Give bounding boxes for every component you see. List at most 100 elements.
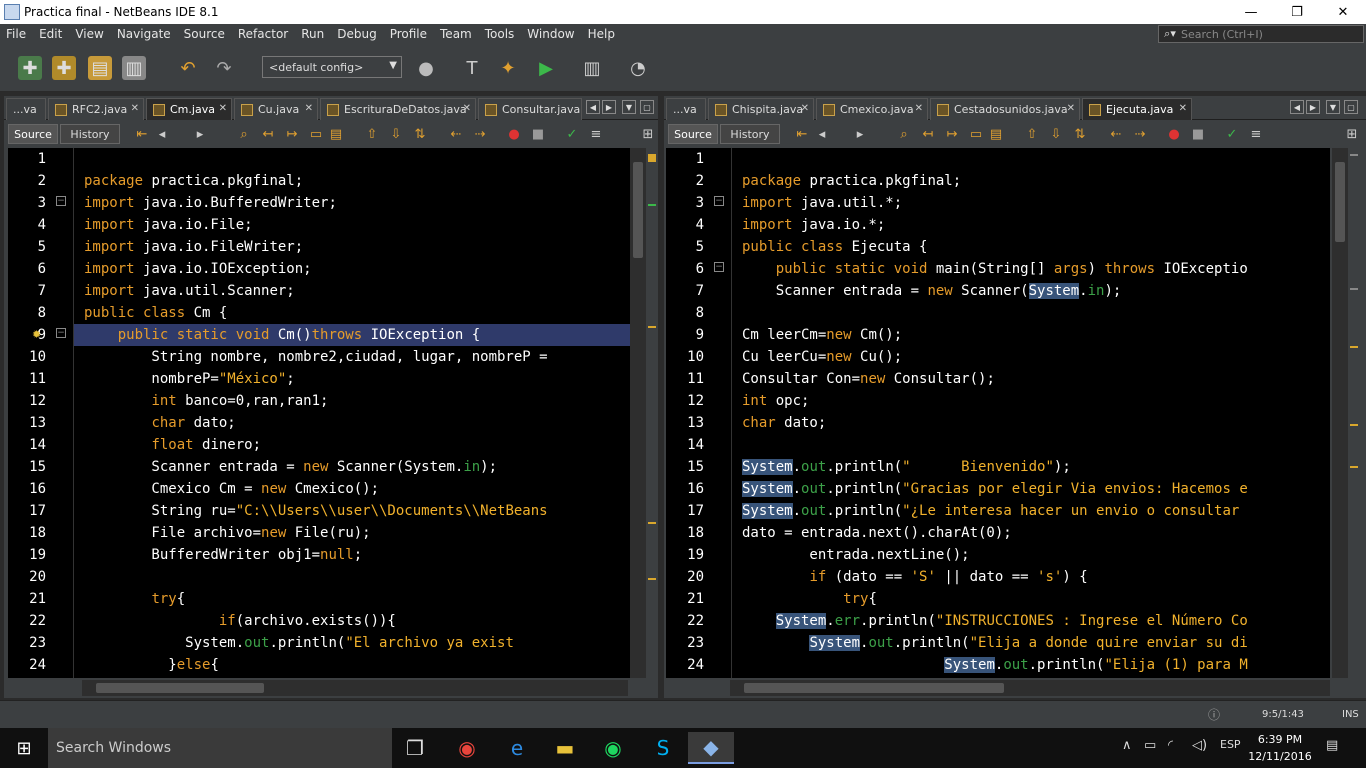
history-view-button[interactable]: History [720,124,780,144]
source-view-button[interactable]: Source [668,124,718,144]
menu-file[interactable]: File [0,27,33,41]
toggle-bookmark-icon[interactable]: ⇅ [412,126,428,142]
menu-refactor[interactable]: Refactor [232,27,295,41]
globe-icon[interactable]: ● [414,56,438,80]
error-stripe-mark[interactable] [1350,288,1358,290]
record-macro-icon[interactable]: ● [506,126,522,142]
task-view-icon[interactable]: ❐ [392,732,438,764]
run-icon[interactable]: ▶ [534,56,558,80]
error-stripe-mark[interactable] [648,522,656,524]
menu-help[interactable]: Help [582,27,622,41]
close-icon[interactable]: ✕ [219,103,227,114]
notifications-icon[interactable]: ⓘ [1208,706,1220,723]
menu-source[interactable]: Source [178,27,232,41]
split-pane-icon[interactable]: ⊞ [1344,126,1360,142]
spotify-icon[interactable]: ◉ [590,732,636,764]
last-edit-icon[interactable]: ⇤ [134,126,150,142]
tab-list-icon[interactable]: ▼ [1326,100,1340,114]
scroll-thumb[interactable] [744,683,1004,693]
clean-build-icon[interactable]: ✦ [496,56,520,80]
skype-icon[interactable]: S [640,732,686,764]
close-icon[interactable]: ✕ [801,103,809,114]
toggle-highlight-icon[interactable]: ▭ [308,126,324,142]
back-icon[interactable]: ◂ [154,126,170,142]
close-icon[interactable]: ✕ [131,103,139,114]
left-vertical-scrollbar[interactable] [630,148,646,678]
error-stripe-mark[interactable] [1350,466,1358,468]
left-tab-5[interactable]: Consultar.java.. [478,98,582,120]
redo-icon[interactable]: ↷ [212,56,236,80]
left-tab-3[interactable]: Cu.java ✕ [234,98,318,120]
split-pane-icon[interactable]: ⊞ [640,126,656,142]
previous-bookmark-icon[interactable]: ⇧ [1024,126,1040,142]
next-bookmark-icon[interactable]: ⇩ [1048,126,1064,142]
last-edit-icon[interactable]: ⇤ [794,126,810,142]
tab-list-icon[interactable]: ▼ [622,100,636,114]
system-clock[interactable]: 6:39 PM 12/11/2016 [1248,731,1312,765]
right-tab-2[interactable]: Cmexico.java ✕ [816,98,928,120]
menu-view[interactable]: View [69,27,110,41]
menu-team[interactable]: Team [434,27,479,41]
find-previous-icon[interactable]: ↤ [260,126,276,142]
maximize-pane-icon[interactable]: ▢ [640,100,654,114]
config-select[interactable]: <default config> ▼ [262,56,402,78]
scroll-thumb[interactable] [1335,162,1345,242]
new-project-icon[interactable]: ✚ [52,56,76,80]
right-tab-1[interactable]: Chispita.java ✕ [708,98,814,120]
left-tab-0[interactable]: ...va [6,98,46,120]
find-selection-icon[interactable]: ⌕ [896,126,912,142]
debug-icon[interactable]: ▥ [580,56,604,80]
shift-left-icon[interactable]: ⇠ [1108,126,1124,142]
toggle-highlight-icon[interactable]: ▭ [968,126,984,142]
back-icon[interactable]: ◂ [814,126,830,142]
next-bookmark-icon[interactable]: ⇩ [388,126,404,142]
error-stripe-mark[interactable] [648,204,656,206]
error-stripe-mark[interactable] [1350,346,1358,348]
error-stripe-mark[interactable] [1350,154,1358,156]
forward-icon[interactable]: ▸ [192,126,208,142]
collapse-icon[interactable]: − [714,262,724,272]
menu-window[interactable]: Window [521,27,581,41]
close-icon[interactable]: ✕ [463,103,471,114]
find-selection-icon[interactable]: ⌕ [236,126,252,142]
find-next-icon[interactable]: ↦ [284,126,300,142]
stop-macro-icon[interactable]: ■ [530,126,546,142]
scroll-tabs-left-icon[interactable]: ◀ [1290,100,1304,114]
right-vertical-scrollbar[interactable] [1332,148,1348,678]
save-all-icon[interactable]: ▥ [122,56,146,80]
find-next-icon[interactable]: ↦ [944,126,960,142]
chrome-icon[interactable]: ◉ [444,732,490,764]
battery-icon[interactable]: ▭ [1144,738,1156,753]
uncomment-icon[interactable]: ≡ [588,126,604,142]
left-tab-1[interactable]: RFC2.java ✕ [48,98,144,120]
file-explorer-icon[interactable]: ▬ [542,732,588,764]
menu-profile[interactable]: Profile [384,27,434,41]
record-macro-icon[interactable]: ● [1166,126,1182,142]
left-horizontal-scrollbar[interactable] [82,680,628,696]
wifi-icon[interactable]: ◜ [1168,738,1173,753]
netbeans-taskbar-icon[interactable]: ◆ [688,732,734,764]
search-input[interactable]: ⌕▾ Search (Ctrl+I) [1158,25,1364,43]
maximize-button[interactable]: ❐ [1274,0,1320,24]
error-stripe-mark[interactable] [648,154,656,162]
collapse-icon[interactable]: − [56,196,66,206]
shift-left-icon[interactable]: ⇠ [448,126,464,142]
toggle-rect-selection-icon[interactable]: ▤ [328,126,344,142]
right-tab-3[interactable]: Cestadosunidos.java ✕ [930,98,1080,120]
menu-edit[interactable]: Edit [33,27,69,41]
edge-icon[interactable]: e [494,732,540,764]
collapse-icon[interactable]: − [714,196,724,206]
left-tab-4[interactable]: EscrituraDeDatos.java ✕ [320,98,476,120]
forward-icon[interactable]: ▸ [852,126,868,142]
right-code-area[interactable]: package practica.pkgfinal; import java.u… [732,148,1330,678]
close-icon[interactable]: ✕ [1179,103,1187,114]
language-indicator[interactable]: ESP [1220,738,1241,751]
error-stripe-mark[interactable] [1350,424,1358,426]
comment-icon[interactable]: ✓ [564,126,580,142]
scroll-thumb[interactable] [633,162,643,258]
scroll-tabs-right-icon[interactable]: ▶ [602,100,616,114]
stop-macro-icon[interactable]: ■ [1190,126,1206,142]
scroll-thumb[interactable] [96,683,264,693]
left-code-area[interactable]: package practica.pkgfinal; import java.i… [74,148,630,678]
windows-start-icon[interactable]: ⊞ [0,728,48,768]
